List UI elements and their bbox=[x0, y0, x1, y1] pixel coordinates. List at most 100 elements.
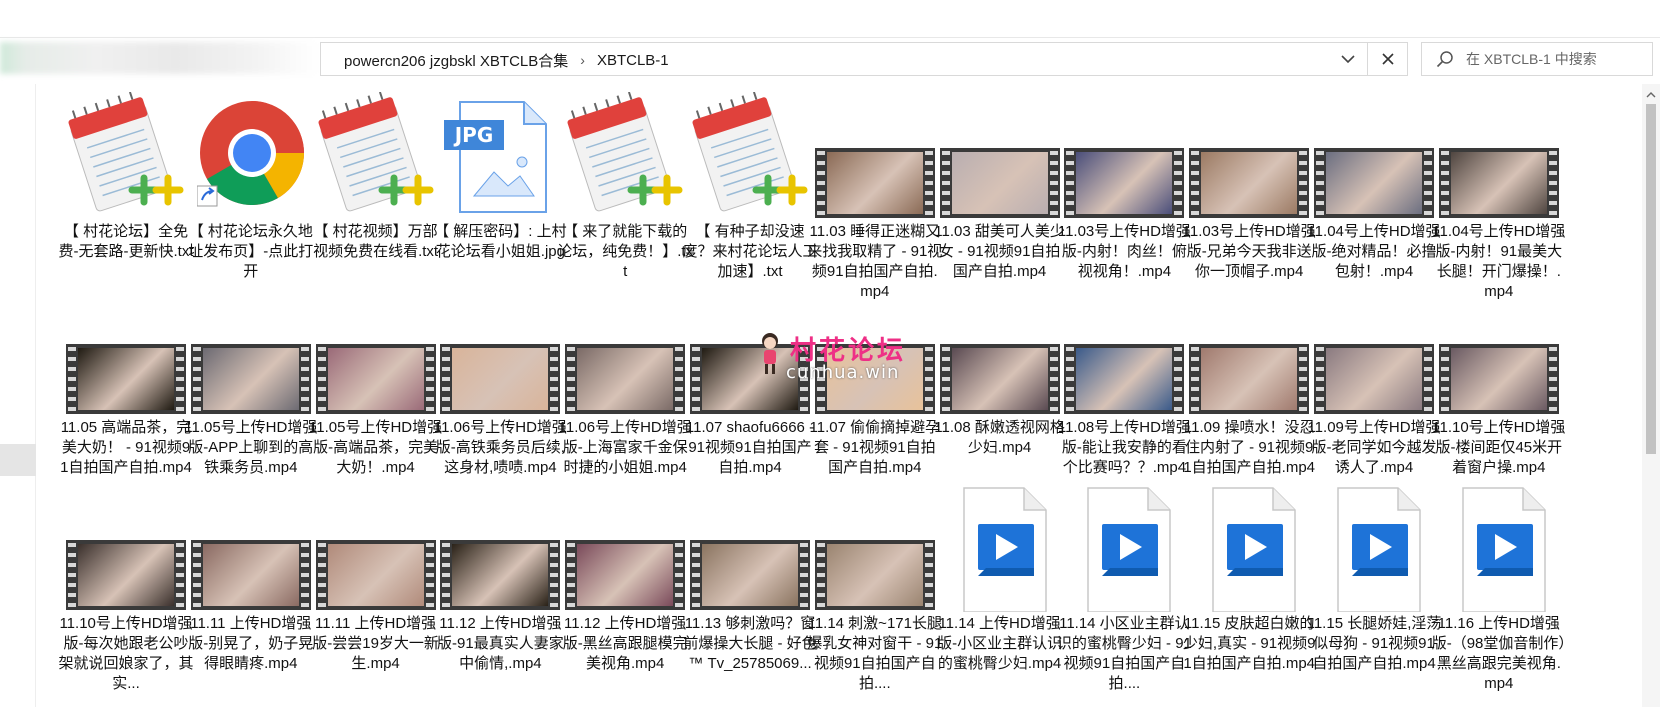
file-thumbnail bbox=[559, 288, 691, 416]
film-perforation bbox=[1174, 148, 1183, 218]
film-perforation bbox=[692, 344, 700, 414]
chrome-shortcut-icon bbox=[196, 101, 304, 207]
video-frame bbox=[1326, 348, 1422, 410]
svg-text:JPG: JPG bbox=[453, 123, 494, 147]
video-frame bbox=[1201, 152, 1298, 214]
file-item[interactable]: 11.03号上传HD增强版-内射！肉丝！俯视视角！.mp4 bbox=[1057, 92, 1191, 288]
video-thumbnail-icon bbox=[1438, 148, 1559, 218]
media-file-icon bbox=[962, 487, 1047, 612]
file-thumbnail bbox=[310, 92, 442, 220]
file-item[interactable]: 11.14 上传HD增强版-小区业主群认识的蜜桃臀少妇.mp4 bbox=[934, 484, 1066, 680]
file-item[interactable]: 11.04号上传HD增强版-绝对精品！必撸包射！.mp4 bbox=[1307, 92, 1441, 288]
file-item[interactable]: 11.06号上传HD增强版-上海富家千金保时捷的小姐姐.mp4 bbox=[559, 288, 692, 484]
file-name: 11.03号上传HD增强版-内射！肉丝！俯视视角！.mp4 bbox=[1057, 223, 1191, 280]
file-item[interactable]: 11.07 shaofu6666 - 91视频91自拍国产自拍.mp4 bbox=[684, 288, 816, 484]
video-thumbnail-icon bbox=[814, 540, 935, 610]
file-item[interactable]: 【 村花论坛永久地址发布页】-点此打开 bbox=[185, 92, 317, 288]
file-item[interactable]: 11.12 上传HD增强版-黑丝高跟腿模完美视角.mp4 bbox=[559, 484, 691, 680]
file-item[interactable]: 11.03号上传HD增强版-兄弟今天我非送你一顶帽子.mp4 bbox=[1183, 92, 1316, 288]
video-frame bbox=[452, 544, 549, 606]
chevron-right-icon[interactable]: › bbox=[580, 52, 585, 68]
file-item[interactable]: 11.09 操喷水！没忍住内射了 - 91视频91自拍国产自拍.mp4 bbox=[1183, 288, 1315, 484]
file-name: 11.05号上传HD增强版-APP上聊到的高铁乘务员.mp4 bbox=[184, 419, 318, 476]
search-input[interactable] bbox=[1466, 51, 1646, 67]
file-thumbnail bbox=[310, 288, 442, 416]
file-item[interactable]: 11.10号上传HD增强版-每次她跟老公吵架就说回娘家了，其实... bbox=[58, 484, 194, 692]
file-item[interactable]: 11.15 皮肤超白嫩的少妇,真实 - 91视频91自拍国产自拍.mp4 bbox=[1183, 484, 1315, 680]
film-perforation bbox=[1174, 344, 1183, 414]
file-item[interactable]: 11.07 偷偷摘掉避孕套 - 91视频91自拍国产自拍.mp4 bbox=[809, 288, 941, 484]
scroll-up-arrow-icon[interactable] bbox=[1646, 90, 1656, 100]
file-item[interactable]: 11.14 小区业主群认识的蜜桃臀少妇 - 91视频91自拍国产自拍.... bbox=[1057, 484, 1192, 692]
file-name: 11.08 酥嫩透视网格少妇.mp4 bbox=[934, 419, 1065, 456]
file-name: 11.05号上传HD增强版-高端品茶，完美大奶！.mp4 bbox=[309, 419, 443, 476]
file-item[interactable]: 11.11 上传HD增强版-别晃了，奶子晃得眼睛疼.mp4 bbox=[185, 484, 317, 680]
file-item[interactable]: 11.10号上传HD增强版-楼间距仅45米开着窗户操.mp4 bbox=[1432, 288, 1566, 484]
navigation-pane-selected-item[interactable] bbox=[0, 444, 36, 476]
file-item[interactable]: 11.14 刺激~171长腿爆乳女神对窗干 - 91视频91自拍国产自拍.... bbox=[807, 484, 942, 692]
scrollbar-thumb[interactable] bbox=[1646, 104, 1656, 454]
file-item[interactable]: 11.05号上传HD增强版-APP上聊到的高铁乘务员.mp4 bbox=[184, 288, 318, 484]
film-perforation bbox=[1299, 148, 1308, 218]
file-thumbnail bbox=[1308, 92, 1440, 220]
watermark-url: cunhua.win bbox=[786, 362, 900, 383]
file-item[interactable]: 11.09号上传HD增强版-老同学如今越发诱人了.mp4 bbox=[1307, 288, 1441, 484]
file-thumbnail bbox=[60, 484, 192, 612]
address-history-button[interactable] bbox=[1328, 44, 1368, 74]
file-item[interactable]: 11.08号上传HD增强版-能让我安静的看个比赛吗？？.mp4 bbox=[1058, 288, 1191, 484]
file-thumbnail bbox=[1183, 288, 1315, 416]
file-thumbnail bbox=[934, 288, 1066, 416]
file-name: 11.10号上传HD增强版-楼间距仅45米开着窗户操.mp4 bbox=[1432, 419, 1566, 476]
file-item[interactable]: 【 村花论坛】全免费-无套路-更新快.txt bbox=[59, 92, 194, 288]
file-item[interactable]: 【 有种子却没速度？来村花论坛人工加速】.txt bbox=[682, 92, 818, 288]
breadcrumb-item-parent[interactable]: powercn206 jzgbskl XBTCLB合集 bbox=[344, 50, 568, 71]
file-thumbnail bbox=[1183, 484, 1315, 612]
file-item[interactable]: 11.15 长腿娇娃,淫荡似母狗 - 91视频91自拍国产自拍.mp4 bbox=[1307, 484, 1441, 680]
video-frame bbox=[1076, 348, 1173, 410]
video-frame bbox=[1450, 348, 1547, 410]
file-item[interactable]: 11.05 高端品茶，完美大奶！ - 91视频91自拍国产自拍.mp4 bbox=[60, 288, 192, 484]
file-item[interactable]: 11.06号上传HD增强版-高铁乘务员后续,这身材,啧啧.mp4 bbox=[434, 288, 567, 484]
file-name: 11.15 皮肤超白嫩的少妇,真实 - 91视频91自拍国产自拍.mp4 bbox=[1182, 615, 1316, 672]
blurred-nav-buttons bbox=[0, 42, 320, 74]
file-item[interactable]: 【 村花视频】万部视频免费在线看.txt bbox=[310, 92, 442, 288]
file-item[interactable]: 【 来了就能下载的论坛，纯免费！】.txt bbox=[557, 92, 694, 288]
video-frame bbox=[826, 152, 923, 214]
film-perforation bbox=[192, 344, 201, 414]
file-item[interactable]: 11.12 上传HD增强版-91最真实人妻家中偷情,.mp4 bbox=[434, 484, 566, 680]
file-name: 【 村花论坛永久地址发布页】-点此打开 bbox=[188, 223, 314, 280]
file-name: 11.12 上传HD增强版-91最真实人妻家中偷情,.mp4 bbox=[437, 615, 564, 672]
file-item[interactable]: 11.05号上传HD增强版-高端品茶，完美大奶！.mp4 bbox=[309, 288, 443, 484]
file-item[interactable]: 11.03 睡得正迷糊又来找我取精了 - 91视频91自拍国产自拍.mp4 bbox=[807, 92, 942, 300]
file-item[interactable]: 11.16 上传HD增强版-（98堂伽音制作）黑丝高跟完美视角.mp4 bbox=[1432, 484, 1566, 692]
file-name: 11.04号上传HD增强版-绝对精品！必撸包射！.mp4 bbox=[1307, 223, 1441, 280]
video-frame bbox=[826, 544, 923, 606]
video-frame bbox=[202, 348, 299, 410]
video-thumbnail-icon bbox=[440, 344, 561, 414]
file-item[interactable]: 11.13 够刺激吗？窗前爆操大长腿 - 好色™ Tv_25785069... bbox=[683, 484, 817, 680]
search-box[interactable] bbox=[1421, 42, 1653, 76]
file-item[interactable]: 11.04号上传HD增强版-内射！91最美大长腿！开门爆操！.mp4 bbox=[1432, 92, 1565, 300]
file-thumbnail bbox=[934, 484, 1066, 612]
file-item[interactable]: 11.11 上传HD增强版-尝尝19岁大一新生.mp4 bbox=[310, 484, 442, 680]
notepad-txt-icon bbox=[68, 92, 184, 212]
video-frame bbox=[452, 348, 549, 410]
film-perforation bbox=[1316, 148, 1324, 218]
film-perforation bbox=[1049, 344, 1058, 414]
file-name: 【 来了就能下载的论坛，纯免费！】.txt bbox=[557, 223, 694, 280]
film-perforation bbox=[800, 540, 808, 610]
notepad-txt-icon bbox=[318, 92, 434, 212]
chevron-down-icon bbox=[1341, 55, 1355, 64]
file-view[interactable]: 【 村花论坛】全免费-无套路-更新快.txt 【 村花论坛永久地址发布页】-点此打… bbox=[36, 84, 1642, 707]
file-item[interactable]: 11.08 酥嫩透视网格少妇.mp4 bbox=[934, 288, 1066, 484]
media-file-icon bbox=[1087, 487, 1172, 612]
file-item[interactable]: 11.03 甜美可人美少女 - 91视频91自拍国产自拍.mp4 bbox=[934, 92, 1066, 288]
film-perforation bbox=[192, 540, 201, 610]
file-thumbnail bbox=[559, 484, 691, 612]
video-frame bbox=[1450, 152, 1547, 214]
breadcrumb-item-current[interactable]: XBTCLB-1 bbox=[597, 52, 669, 69]
navigation-pane[interactable] bbox=[0, 84, 36, 707]
file-item[interactable]: JPG 【 解压密码】: 上村花论坛看小姐姐.jpg bbox=[434, 92, 567, 288]
notepad-txt-icon bbox=[567, 92, 683, 212]
address-clear-button[interactable] bbox=[1368, 42, 1408, 76]
